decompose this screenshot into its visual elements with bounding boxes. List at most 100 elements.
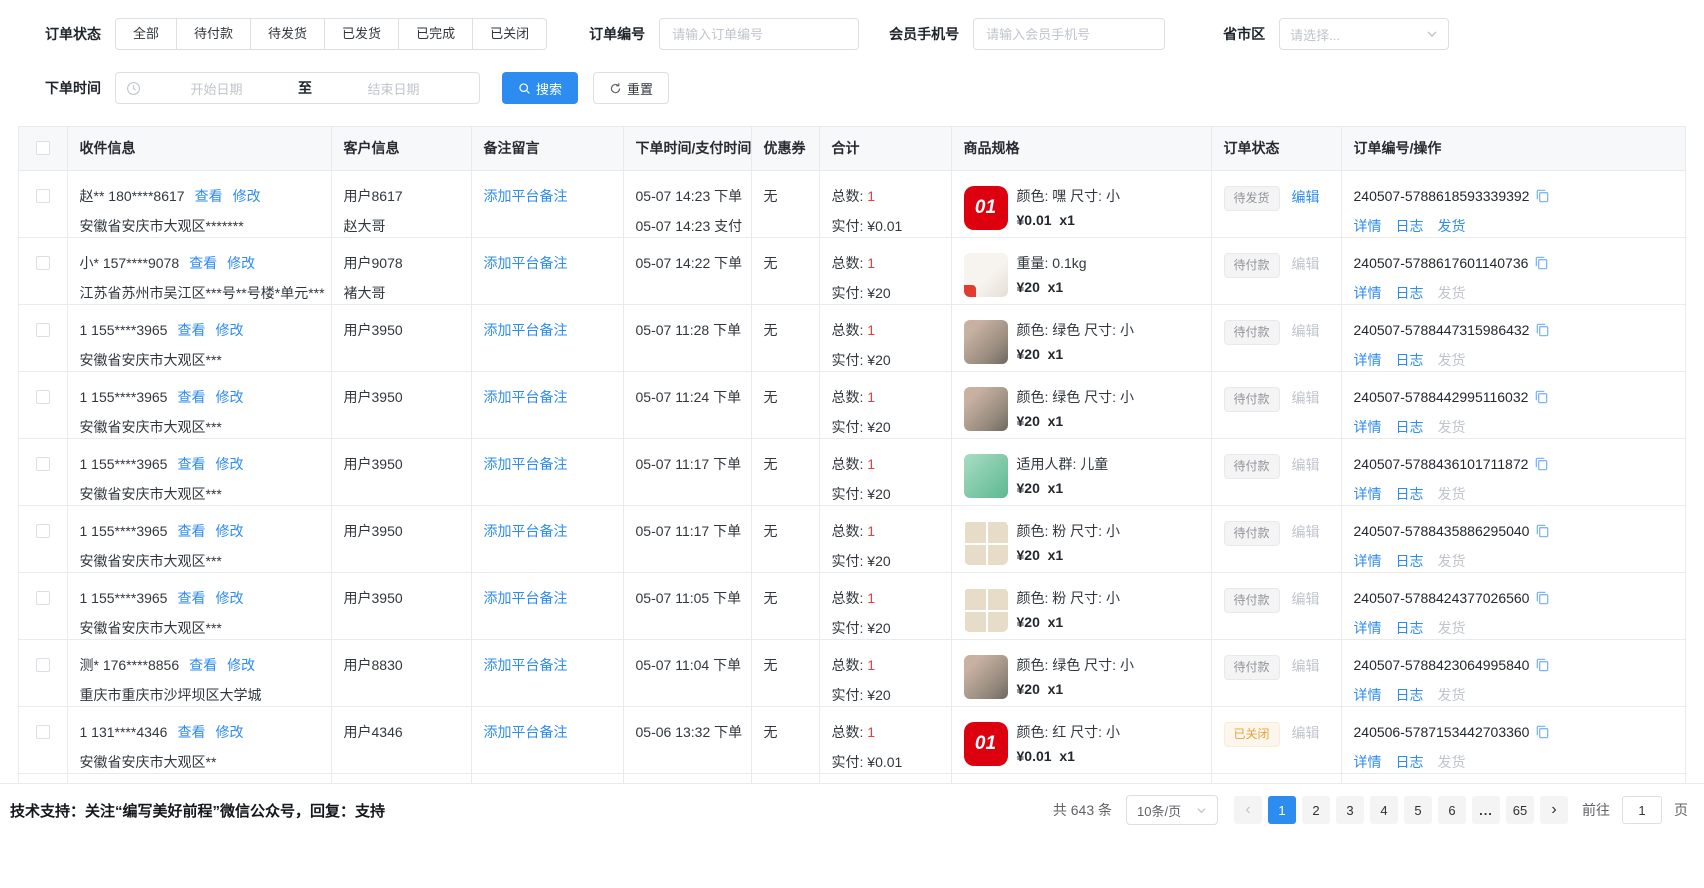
order-detail-link[interactable]: 详情 [1354, 352, 1382, 368]
edit-order-link[interactable]: 编辑 [1292, 591, 1320, 607]
order-detail-link[interactable]: 详情 [1354, 486, 1382, 502]
copy-icon[interactable] [1535, 724, 1550, 739]
order-log-link[interactable]: 日志 [1396, 687, 1424, 703]
order-detail-link[interactable]: 详情 [1354, 419, 1382, 435]
status-tab-pending-payment[interactable]: 待付款 [177, 18, 251, 50]
row-checkbox[interactable] [36, 390, 50, 404]
row-checkbox[interactable] [36, 323, 50, 337]
page-button-65[interactable]: 65 [1506, 796, 1534, 824]
page-button-4[interactable]: 4 [1370, 796, 1398, 824]
add-platform-remark-link[interactable]: 添加平台备注 [484, 523, 568, 539]
order-log-link[interactable]: 日志 [1396, 486, 1424, 502]
edit-order-link[interactable]: 编辑 [1292, 323, 1320, 339]
copy-icon[interactable] [1535, 322, 1550, 337]
view-address-link[interactable]: 查看 [189, 255, 217, 271]
page-size-select[interactable]: 10条/页 [1126, 795, 1218, 825]
copy-icon[interactable] [1535, 657, 1550, 672]
order-log-link[interactable]: 日志 [1396, 285, 1424, 301]
order-log-link[interactable]: 日志 [1396, 218, 1424, 234]
row-checkbox[interactable] [36, 725, 50, 739]
goto-page-input[interactable] [1622, 796, 1662, 824]
ship-link[interactable]: 发货 [1438, 352, 1466, 368]
modify-address-link[interactable]: 修改 [215, 456, 243, 472]
page-button-3[interactable]: 3 [1336, 796, 1364, 824]
order-log-link[interactable]: 日志 [1396, 553, 1424, 569]
add-platform-remark-link[interactable]: 添加平台备注 [484, 590, 568, 606]
view-address-link[interactable]: 查看 [177, 590, 205, 606]
order-detail-link[interactable]: 详情 [1354, 754, 1382, 770]
order-detail-link[interactable]: 详情 [1354, 285, 1382, 301]
view-address-link[interactable]: 查看 [177, 523, 205, 539]
edit-order-link[interactable]: 编辑 [1292, 457, 1320, 473]
page-button-5[interactable]: 5 [1404, 796, 1432, 824]
edit-order-link[interactable]: 编辑 [1292, 658, 1320, 674]
modify-address-link[interactable]: 修改 [233, 188, 261, 204]
order-detail-link[interactable]: 详情 [1354, 553, 1382, 569]
add-platform-remark-link[interactable]: 添加平台备注 [484, 724, 568, 740]
add-platform-remark-link[interactable]: 添加平台备注 [484, 255, 568, 271]
order-log-link[interactable]: 日志 [1396, 352, 1424, 368]
view-address-link[interactable]: 查看 [177, 456, 205, 472]
copy-icon[interactable] [1534, 456, 1549, 471]
select-all-checkbox[interactable] [36, 141, 50, 155]
modify-address-link[interactable]: 修改 [215, 389, 243, 405]
date-range-picker[interactable]: 开始日期 至 结束日期 [115, 72, 480, 104]
modify-address-link[interactable]: 修改 [227, 657, 255, 673]
order-log-link[interactable]: 日志 [1396, 620, 1424, 636]
ship-link[interactable]: 发货 [1438, 419, 1466, 435]
region-select[interactable]: 请选择... [1279, 18, 1449, 50]
row-checkbox[interactable] [36, 457, 50, 471]
member-phone-input[interactable] [973, 18, 1165, 50]
order-detail-link[interactable]: 详情 [1354, 687, 1382, 703]
view-address-link[interactable]: 查看 [177, 724, 205, 740]
add-platform-remark-link[interactable]: 添加平台备注 [484, 657, 568, 673]
ship-link[interactable]: 发货 [1438, 486, 1466, 502]
edit-order-link[interactable]: 编辑 [1292, 725, 1320, 741]
row-checkbox[interactable] [36, 658, 50, 672]
view-address-link[interactable]: 查看 [195, 188, 223, 204]
ship-link[interactable]: 发货 [1438, 687, 1466, 703]
order-log-link[interactable]: 日志 [1396, 754, 1424, 770]
view-address-link[interactable]: 查看 [177, 389, 205, 405]
ship-link[interactable]: 发货 [1438, 754, 1466, 770]
status-tab-pending-shipment[interactable]: 待发货 [251, 18, 325, 50]
status-tab-completed[interactable]: 已完成 [399, 18, 473, 50]
edit-order-link[interactable]: 编辑 [1292, 256, 1320, 272]
modify-address-link[interactable]: 修改 [215, 590, 243, 606]
status-tab-closed[interactable]: 已关闭 [473, 18, 547, 50]
status-tab-shipped[interactable]: 已发货 [325, 18, 399, 50]
modify-address-link[interactable]: 修改 [227, 255, 255, 271]
order-no-input[interactable] [659, 18, 859, 50]
copy-icon[interactable] [1535, 590, 1550, 605]
view-address-link[interactable]: 查看 [189, 657, 217, 673]
ship-link[interactable]: 发货 [1438, 620, 1466, 636]
prev-page-button[interactable]: ‹ [1234, 796, 1262, 824]
add-platform-remark-link[interactable]: 添加平台备注 [484, 456, 568, 472]
row-checkbox[interactable] [36, 591, 50, 605]
modify-address-link[interactable]: 修改 [215, 322, 243, 338]
add-platform-remark-link[interactable]: 添加平台备注 [484, 188, 568, 204]
ship-link[interactable]: 发货 [1438, 285, 1466, 301]
ship-link[interactable]: 发货 [1438, 553, 1466, 569]
page-button-1[interactable]: 1 [1268, 796, 1296, 824]
copy-icon[interactable] [1534, 255, 1549, 270]
order-log-link[interactable]: 日志 [1396, 419, 1424, 435]
add-platform-remark-link[interactable]: 添加平台备注 [484, 322, 568, 338]
add-platform-remark-link[interactable]: 添加平台备注 [484, 389, 568, 405]
copy-icon[interactable] [1535, 188, 1550, 203]
row-checkbox[interactable] [36, 189, 50, 203]
modify-address-link[interactable]: 修改 [215, 724, 243, 740]
row-checkbox[interactable] [36, 256, 50, 270]
copy-icon[interactable] [1535, 523, 1550, 538]
order-detail-link[interactable]: 详情 [1354, 218, 1382, 234]
status-tab-all[interactable]: 全部 [115, 18, 177, 50]
date-end-input[interactable]: 结束日期 [318, 79, 469, 98]
reset-button[interactable]: 重置 [593, 72, 669, 104]
order-detail-link[interactable]: 详情 [1354, 620, 1382, 636]
view-address-link[interactable]: 查看 [177, 322, 205, 338]
edit-order-link[interactable]: 编辑 [1292, 524, 1320, 540]
page-button-2[interactable]: 2 [1302, 796, 1330, 824]
page-ellipsis[interactable]: ... [1472, 796, 1500, 824]
edit-order-link[interactable]: 编辑 [1292, 189, 1320, 205]
page-button-6[interactable]: 6 [1438, 796, 1466, 824]
